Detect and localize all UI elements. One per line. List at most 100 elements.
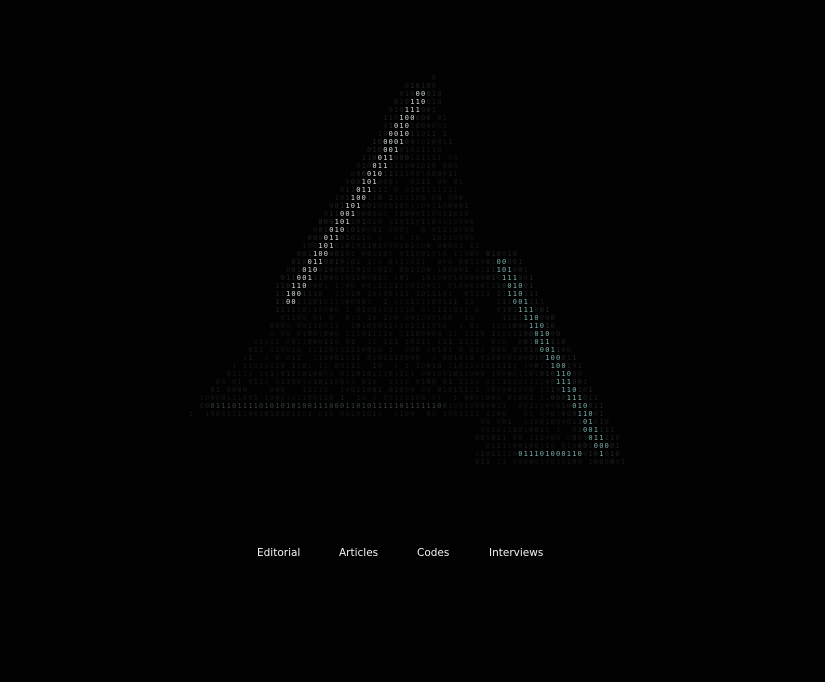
svg-text:0: 0 [421, 314, 425, 322]
svg-text:0: 0 [281, 330, 285, 338]
svg-text:0: 0 [421, 370, 425, 378]
svg-text:1: 1 [453, 170, 457, 178]
svg-text:1: 1 [426, 178, 430, 186]
svg-text:0: 0 [502, 282, 506, 290]
svg-text:1: 1 [588, 442, 592, 450]
svg-text:1: 1 [615, 442, 619, 450]
svg-text:1: 1 [254, 402, 258, 410]
svg-text:1: 1 [345, 218, 349, 226]
svg-text:1: 1 [313, 346, 317, 354]
svg-text:0: 0 [448, 258, 452, 266]
svg-text:0: 0 [486, 394, 490, 402]
nav-link-codes[interactable]: Codes [417, 543, 449, 563]
svg-text:0: 0 [497, 354, 501, 362]
svg-text:1: 1 [335, 298, 339, 306]
svg-text:1: 1 [443, 138, 447, 146]
svg-text:1: 1 [394, 354, 398, 362]
svg-text:1: 1 [464, 370, 468, 378]
svg-text:0: 0 [313, 266, 317, 274]
svg-text:1: 1 [394, 378, 398, 386]
svg-text:0: 0 [329, 250, 333, 258]
svg-text:0: 0 [448, 154, 452, 162]
svg-text:0: 0 [448, 386, 452, 394]
svg-text:0: 0 [502, 322, 506, 330]
svg-text:1: 1 [372, 250, 376, 258]
svg-text:0: 0 [335, 250, 339, 258]
svg-text:0: 0 [399, 298, 403, 306]
svg-text:1: 1 [399, 242, 403, 250]
svg-text:1: 1 [372, 362, 376, 370]
svg-text:1: 1 [437, 290, 441, 298]
svg-text:1: 1 [378, 290, 382, 298]
svg-text:1: 1 [302, 386, 306, 394]
svg-text:1: 1 [524, 370, 528, 378]
svg-text:1: 1 [464, 362, 468, 370]
svg-text:0: 0 [459, 266, 463, 274]
svg-text:0: 0 [443, 178, 447, 186]
svg-text:0: 0 [540, 354, 544, 362]
svg-text:1: 1 [540, 434, 544, 442]
svg-text:1: 1 [329, 322, 333, 330]
svg-text:0: 0 [356, 322, 360, 330]
svg-text:1: 1 [599, 410, 603, 418]
svg-text:0: 0 [405, 154, 409, 162]
svg-text:0: 0 [345, 178, 349, 186]
svg-text:0: 0 [432, 82, 436, 90]
svg-text:1: 1 [561, 378, 565, 386]
svg-text:0: 0 [351, 298, 355, 306]
svg-text:1: 1 [437, 282, 441, 290]
svg-text:0: 0 [372, 242, 376, 250]
svg-text:1: 1 [459, 210, 463, 218]
svg-text:0: 0 [432, 298, 436, 306]
svg-text:0: 0 [335, 338, 339, 346]
svg-text:1: 1 [329, 298, 333, 306]
svg-text:0: 0 [340, 362, 344, 370]
svg-text:1: 1 [545, 322, 549, 330]
svg-text:1: 1 [324, 402, 328, 410]
nav-link-articles[interactable]: Articles [339, 543, 378, 563]
svg-text:0: 0 [437, 234, 441, 242]
svg-text:1: 1 [394, 218, 398, 226]
svg-text:1: 1 [540, 426, 544, 434]
svg-text:1: 1 [394, 202, 398, 210]
svg-text:0: 0 [583, 450, 587, 458]
svg-text:0: 0 [340, 410, 344, 418]
svg-text:1: 1 [502, 458, 506, 466]
svg-text:1: 1 [416, 282, 420, 290]
svg-text:0: 0 [551, 370, 555, 378]
svg-text:0: 0 [340, 186, 344, 194]
svg-text:0: 0 [383, 250, 387, 258]
svg-text:0: 0 [394, 234, 398, 242]
svg-text:0: 0 [470, 354, 474, 362]
svg-text:0: 0 [399, 402, 403, 410]
svg-text:1: 1 [362, 386, 366, 394]
svg-text:0: 0 [443, 274, 447, 282]
svg-text:0: 0 [524, 338, 528, 346]
svg-text:0: 0 [335, 354, 339, 362]
svg-text:1: 1 [308, 306, 312, 314]
svg-text:1: 1 [372, 346, 376, 354]
svg-text:1: 1 [448, 330, 452, 338]
svg-text:0: 0 [518, 450, 522, 458]
nav-link-interviews[interactable]: Interviews [489, 543, 543, 563]
svg-text:1: 1 [491, 282, 495, 290]
svg-text:1: 1 [297, 298, 301, 306]
svg-text:0: 0 [318, 338, 322, 346]
svg-text:1: 1 [281, 378, 285, 386]
svg-text:1: 1 [534, 434, 538, 442]
svg-text:0: 0 [491, 354, 495, 362]
svg-text:0: 0 [610, 442, 614, 450]
svg-text:1: 1 [232, 370, 236, 378]
svg-text:1: 1 [356, 346, 360, 354]
svg-text:0: 0 [453, 226, 457, 234]
svg-text:0: 0 [416, 170, 420, 178]
svg-text:1: 1 [259, 338, 263, 346]
svg-text:0: 0 [340, 346, 344, 354]
svg-text:1: 1 [470, 362, 474, 370]
svg-text:1: 1 [551, 386, 555, 394]
svg-text:0: 0 [475, 394, 479, 402]
svg-text:0: 0 [551, 418, 555, 426]
svg-text:1: 1 [340, 354, 344, 362]
svg-text:0: 0 [270, 394, 274, 402]
nav-link-editorial[interactable]: Editorial [257, 543, 300, 563]
